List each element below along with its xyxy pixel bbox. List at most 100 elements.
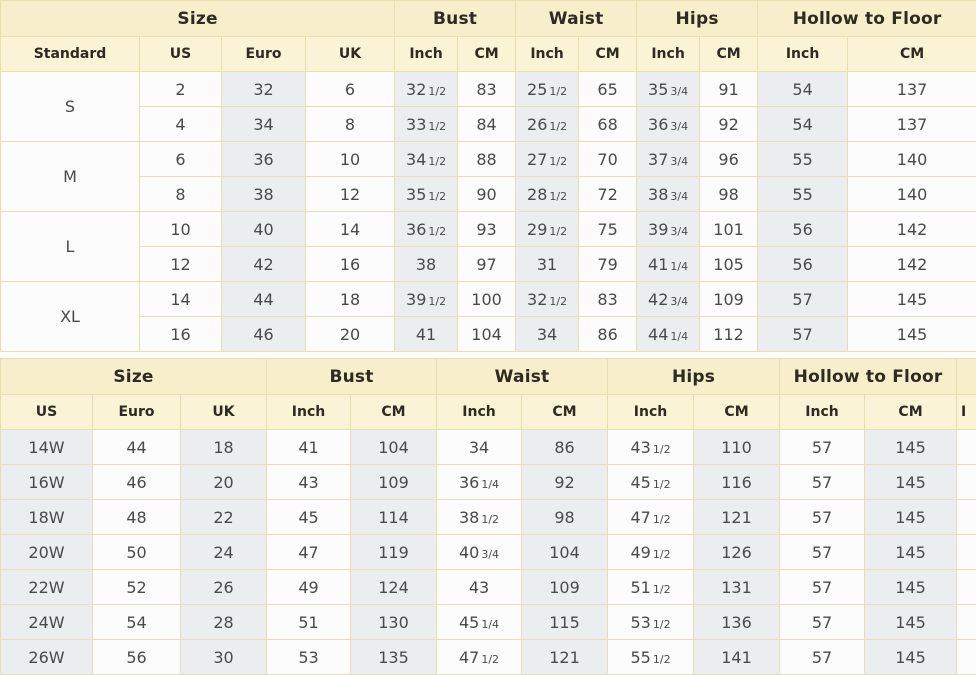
- table-cell: 104: [351, 430, 437, 465]
- table-row: 22W52264912443109511/213157145: [1, 570, 976, 605]
- table-cell: 291/2: [516, 212, 579, 247]
- table-cell: 137: [848, 107, 976, 142]
- table-cell: 52: [93, 570, 181, 605]
- table-cell: 142: [848, 212, 976, 247]
- table-cell: 471/2: [437, 640, 522, 675]
- table-cell: 135: [351, 640, 437, 675]
- table-cell: 10: [140, 212, 222, 247]
- table-cell: 49: [267, 570, 351, 605]
- table-cell: 10: [306, 142, 395, 177]
- table-cell: 109: [522, 570, 608, 605]
- table-cell: 54: [758, 107, 848, 142]
- table-cell: 363/4: [637, 107, 700, 142]
- table-cell: 411/4: [637, 247, 700, 282]
- table-cell: 131: [694, 570, 780, 605]
- group-header-bust: Bust: [267, 359, 437, 395]
- table-cell: 46: [93, 465, 181, 500]
- table-cell: 56: [758, 247, 848, 282]
- table-cell: 381/2: [437, 500, 522, 535]
- table-cell: 16: [140, 317, 222, 352]
- table-cell: [957, 570, 976, 605]
- table-cell: 68: [579, 107, 637, 142]
- table-cell: 44: [93, 430, 181, 465]
- group-header-bust: Bust: [395, 1, 516, 37]
- table-cell: 18: [181, 430, 267, 465]
- table-cell: 16W: [1, 465, 93, 500]
- table-cell: 100: [458, 282, 516, 317]
- plus-column-header-row: US Euro UK Inch CM Inch CM Inch CM Inch …: [1, 395, 976, 430]
- table-row: 4348331/284261/268363/49254137: [1, 107, 976, 142]
- table-cell: 86: [579, 317, 637, 352]
- table-cell: 145: [865, 640, 957, 675]
- table-cell: 145: [865, 570, 957, 605]
- column-header-hips-cm: CM: [694, 395, 780, 430]
- table-cell: 31: [516, 247, 579, 282]
- column-header-hollow-cm: CM: [865, 395, 957, 430]
- table-cell: 26: [181, 570, 267, 605]
- table-cell: 6: [140, 142, 222, 177]
- table-cell: 41: [395, 317, 458, 352]
- table-cell: 8: [140, 177, 222, 212]
- column-header-us: US: [1, 395, 93, 430]
- column-header-hips-inch: Inch: [637, 37, 700, 72]
- table-cell: 136: [694, 605, 780, 640]
- table-cell: 14W: [1, 430, 93, 465]
- table-cell: 353/4: [637, 72, 700, 107]
- table-cell: 8: [306, 107, 395, 142]
- table-cell: 57: [758, 317, 848, 352]
- table-row: 18W482245114381/298471/212157145: [1, 500, 976, 535]
- table-cell: 55: [758, 177, 848, 212]
- plus-table-head: Size Bust Waist Hips Hollow to Floor US …: [1, 359, 976, 430]
- table-cell: 145: [865, 605, 957, 640]
- column-header-us: US: [140, 37, 222, 72]
- table-cell: 40: [222, 212, 306, 247]
- table-cell: 57: [780, 500, 865, 535]
- table-cell: 43: [267, 465, 351, 500]
- table-cell: 441/4: [637, 317, 700, 352]
- table-cell: 471/2: [608, 500, 694, 535]
- standard-group-header-row: Size Bust Waist Hips Hollow to Floor: [1, 1, 976, 37]
- group-header-hips: Hips: [637, 1, 758, 37]
- group-header-clipped: [957, 359, 976, 395]
- table-cell: 551/2: [608, 640, 694, 675]
- table-cell: 98: [700, 177, 758, 212]
- table-cell: 341/2: [395, 142, 458, 177]
- group-header-size: Size: [1, 1, 395, 37]
- table-cell: 130: [351, 605, 437, 640]
- table-cell: 96: [700, 142, 758, 177]
- table-cell: 145: [865, 430, 957, 465]
- group-header-hollow-to-floor: Hollow to Floor: [780, 359, 957, 395]
- plus-group-header-row: Size Bust Waist Hips Hollow to Floor: [1, 359, 976, 395]
- table-cell: 20: [306, 317, 395, 352]
- table-cell: 22W: [1, 570, 93, 605]
- table-cell: 383/4: [637, 177, 700, 212]
- standard-size-table: Size Bust Waist Hips Hollow to Floor Sta…: [0, 0, 976, 352]
- table-cell: 50: [93, 535, 181, 570]
- column-header-euro: Euro: [93, 395, 181, 430]
- table-cell: 79: [579, 247, 637, 282]
- group-header-size: Size: [1, 359, 267, 395]
- group-header-hips: Hips: [608, 359, 780, 395]
- table-cell: 101: [700, 212, 758, 247]
- table-cell: 2: [140, 72, 222, 107]
- table-cell: 83: [579, 282, 637, 317]
- table-cell: 145: [865, 500, 957, 535]
- table-cell: 57: [780, 465, 865, 500]
- group-header-waist: Waist: [516, 1, 637, 37]
- table-cell: 55: [758, 142, 848, 177]
- table-cell: 72: [579, 177, 637, 212]
- table-cell: 105: [700, 247, 758, 282]
- table-row: 26W563053135471/2121551/214157145: [1, 640, 976, 675]
- table-cell: 43: [437, 570, 522, 605]
- standard-table-head: Size Bust Waist Hips Hollow to Floor Sta…: [1, 1, 976, 72]
- table-cell: 110: [694, 430, 780, 465]
- table-cell: 20W: [1, 535, 93, 570]
- table-cell: 451/2: [608, 465, 694, 500]
- table-cell: 14: [306, 212, 395, 247]
- table-cell: 42: [222, 247, 306, 282]
- table-cell: 124: [351, 570, 437, 605]
- table-cell: 109: [700, 282, 758, 317]
- table-cell: 116: [694, 465, 780, 500]
- table-row: 12421638973179411/410556142: [1, 247, 976, 282]
- table-cell: 86: [522, 430, 608, 465]
